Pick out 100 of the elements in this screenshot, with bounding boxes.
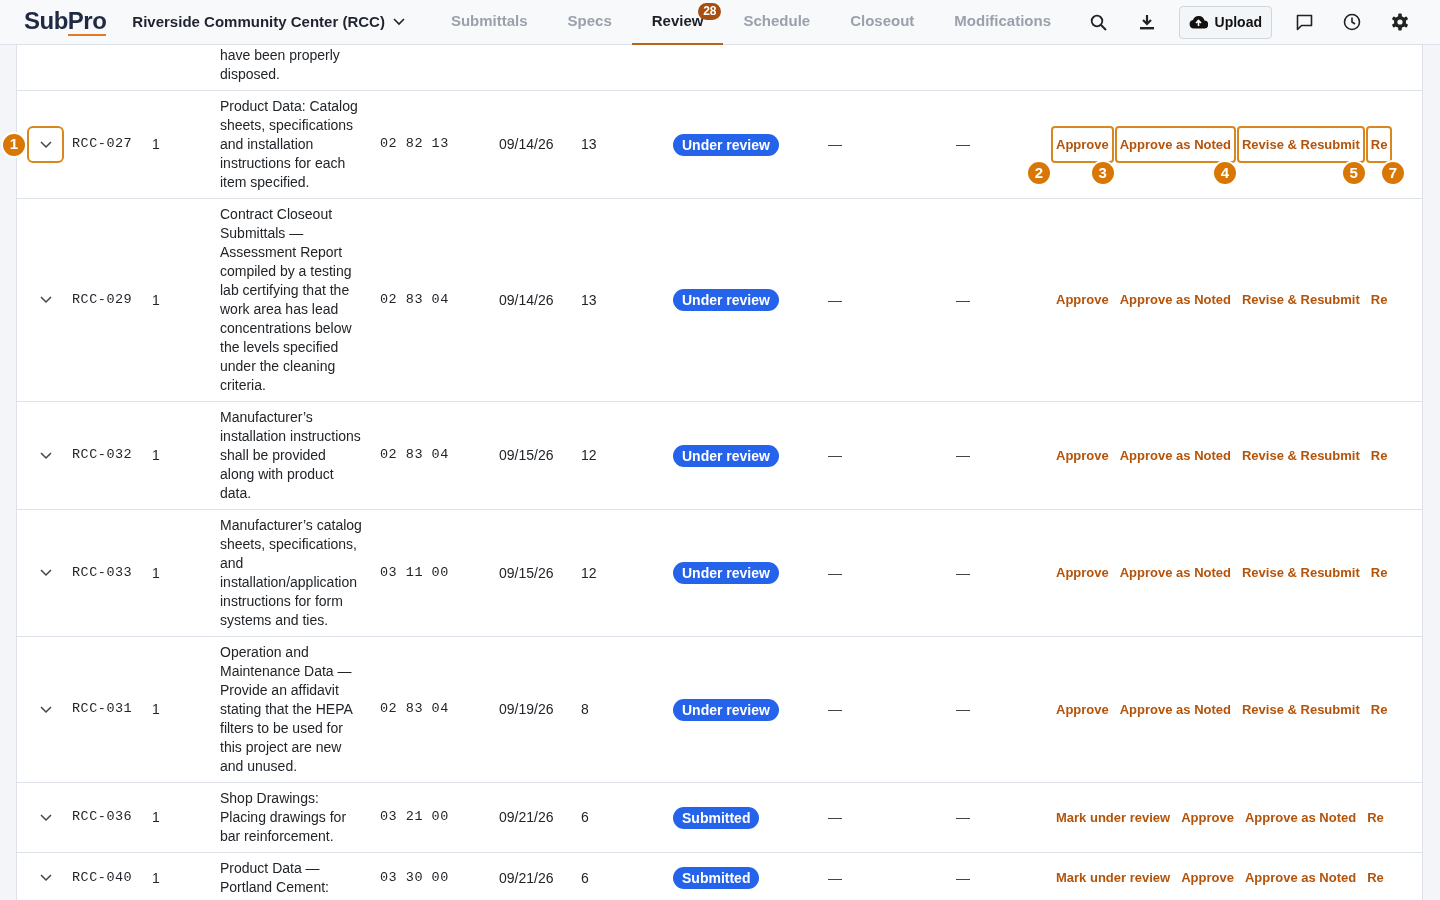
days-text: 13: [580, 135, 598, 154]
date-text: 09/15/26: [498, 446, 555, 465]
days-text: 13: [580, 290, 598, 310]
action-link[interactable]: Revise & Resubmit: [1237, 690, 1365, 729]
number-marker: 3: [1089, 160, 1116, 187]
action-link[interactable]: Approve as Noted: [1114, 281, 1236, 319]
status-badge: Under review: [673, 698, 779, 721]
action-link[interactable]: Approve: [1176, 859, 1239, 897]
action-link[interactable]: Approve: [1051, 436, 1114, 475]
comment-icon: [1295, 13, 1313, 31]
description-text: Manufacturer’s installation instructions shall be provided along with product data.: [219, 408, 362, 503]
expand-toggle[interactable]: [27, 126, 64, 163]
action-link[interactable]: Approve: [1051, 281, 1114, 319]
date-text: 09/14/26: [498, 135, 555, 154]
revision-text: 1: [151, 563, 161, 583]
action-link[interactable]: Approve: [1051, 690, 1114, 729]
revision-text: 1: [151, 290, 161, 310]
dash-text: —: [827, 868, 843, 888]
submittal-number: RCC-040: [71, 868, 134, 887]
chevron-down-icon: [39, 874, 52, 882]
number-marker: 5: [1340, 160, 1367, 187]
dash-text: —: [955, 563, 971, 583]
action-link[interactable]: Approve as Noted: [1239, 798, 1362, 837]
spec-section: 03 11 00: [370, 562, 489, 584]
dash-text: —: [955, 135, 971, 154]
action-link[interactable]: Approve as Noted: [1114, 436, 1236, 475]
action-link[interactable]: Approve as Noted: [1114, 690, 1236, 729]
status-badge: Under review: [673, 289, 779, 311]
action-link[interactable]: Approve: [1051, 125, 1114, 164]
submittal-number: RCC-031: [71, 700, 134, 719]
status-badge: Submitted: [673, 806, 760, 829]
number-marker: 1: [1, 131, 27, 158]
action-link[interactable]: Re: [1365, 281, 1393, 319]
project-dropdown[interactable]: Riverside Community Center (RCC): [132, 10, 405, 34]
date-text: 09/15/26: [498, 563, 555, 583]
number-marker: 4: [1212, 160, 1238, 187]
spec-section: 03 30 00: [370, 867, 489, 889]
revision-text: 1: [151, 808, 161, 827]
chevron-down-icon: [39, 705, 52, 714]
chevron-down-icon: [39, 569, 52, 577]
action-link[interactable]: Revise & Resubmit: [1237, 436, 1365, 475]
action-link[interactable]: Approve: [1176, 798, 1239, 837]
dash-text: —: [955, 868, 971, 888]
logo[interactable]: SubPro: [24, 8, 107, 36]
action-link[interactable]: Revise & Resubmit: [1237, 554, 1365, 592]
spec-section: 02 83 04: [370, 289, 489, 311]
download-icon: [1139, 14, 1154, 30]
spec-section: 02 83 04: [370, 699, 489, 720]
action-link[interactable]: Re: [1365, 554, 1393, 592]
revision-text: 1: [151, 446, 161, 465]
submittal-number: RCC-032: [71, 446, 134, 465]
spec-section: 03 21 00: [370, 807, 489, 828]
dash-text: —: [827, 808, 843, 827]
action-link[interactable]: Re: [1365, 436, 1393, 475]
status-badge: Submitted: [673, 867, 760, 889]
description-text: Operation and Maintenance Data — Provide an affidavit stating that the HEPA filters to be used for this project are new and unused.: [219, 643, 354, 776]
chevron-down-icon: [392, 18, 405, 26]
action-link[interactable]: Approve as Noted: [1114, 125, 1236, 164]
upload-button[interactable]: Upload: [1178, 5, 1272, 39]
chevron-down-icon: [39, 451, 52, 460]
action-link[interactable]: Mark under review: [1051, 798, 1176, 837]
description-text: Manufacturer’s catalog sheets, specifications, and installation/application instructions for form systems and ties.: [219, 516, 363, 630]
submittal-number: RCC-027: [71, 135, 134, 154]
days-text: 8: [580, 700, 590, 719]
dash-text: —: [827, 700, 843, 719]
status-badge: Under review: [673, 444, 779, 467]
search-icon: [1090, 13, 1108, 31]
number-marker: 7: [1380, 160, 1406, 187]
days-text: 6: [580, 868, 590, 888]
dash-text: —: [955, 290, 971, 310]
spec-section: 02 83 04: [370, 445, 489, 466]
action-link[interactable]: Approve: [1051, 554, 1114, 592]
revision-text: 1: [151, 868, 161, 888]
status-badge: Under review: [673, 133, 779, 156]
action-link[interactable]: Revise & Resubmit: [1237, 281, 1365, 319]
action-link[interactable]: Re: [1365, 690, 1393, 729]
action-link[interactable]: Re: [1362, 859, 1389, 897]
dash-text: —: [827, 563, 843, 583]
status-badge: Under review: [673, 562, 779, 584]
date-text: 09/19/26: [498, 700, 555, 719]
dash-text: —: [955, 700, 971, 719]
dash-text: —: [827, 290, 843, 310]
dash-text: —: [827, 135, 843, 154]
clock-icon: [1343, 13, 1361, 31]
action-link[interactable]: Re: [1362, 798, 1389, 837]
action-link[interactable]: Revise & Resubmit: [1237, 125, 1365, 164]
action-link[interactable]: Approve as Noted: [1239, 859, 1362, 897]
cloud-upload-icon: [1188, 15, 1208, 29]
description-text: Product Data: Catalog sheets, specifications and installation instructions for each item specified.: [219, 97, 359, 192]
action-link[interactable]: Mark under review: [1051, 859, 1176, 897]
dash-text: —: [955, 446, 971, 465]
action-link[interactable]: Approve as Noted: [1114, 554, 1236, 592]
days-text: 12: [580, 563, 598, 583]
submittal-number: RCC-036: [71, 808, 134, 827]
dash-text: —: [827, 446, 843, 465]
spec-section: 02 82 13: [370, 134, 489, 155]
revision-text: 1: [151, 135, 161, 154]
action-link[interactable]: Re: [1365, 125, 1393, 164]
submittal-number: RCC-029: [71, 290, 134, 309]
date-text: 09/21/26: [498, 808, 555, 827]
